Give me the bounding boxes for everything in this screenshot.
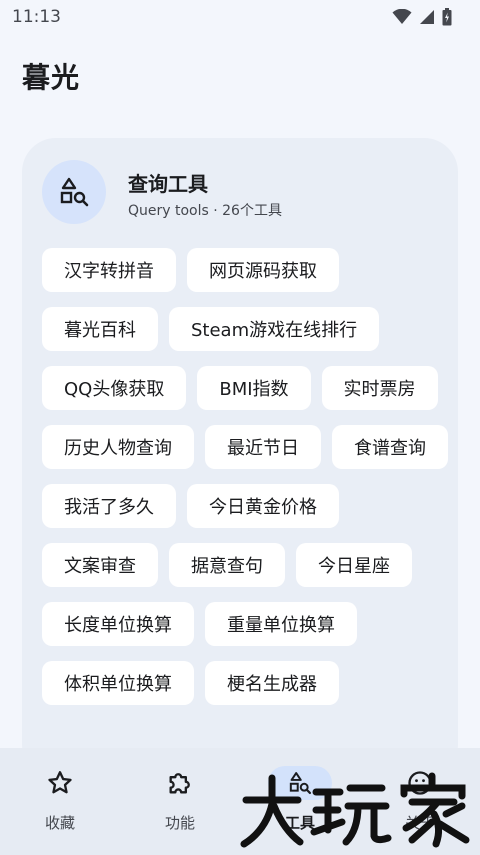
tool-chip[interactable]: 文案审查	[42, 543, 158, 587]
app-title: 暮光	[22, 61, 81, 94]
query-tools-card: 查询工具 Query tools · 26个工具 汉字转拼音 网页源码获取 暮光…	[22, 138, 458, 778]
tool-chip[interactable]: 汉字转拼音	[42, 248, 176, 292]
tool-chip[interactable]: 历史人物查询	[42, 425, 194, 469]
tool-chip[interactable]: 我活了多久	[42, 484, 176, 528]
tool-chip[interactable]: QQ头像获取	[42, 366, 187, 410]
status-bar: 11:13	[0, 0, 480, 34]
battery-icon	[442, 8, 452, 26]
tool-chip[interactable]: 今日黄金价格	[187, 484, 339, 528]
tool-chip[interactable]: 长度单位换算	[42, 602, 194, 646]
tool-chip[interactable]: 今日星座	[296, 543, 412, 587]
nav-item-favorites[interactable]: 收藏	[10, 766, 110, 833]
tool-chip[interactable]: 据意查句	[169, 543, 285, 587]
tool-chip[interactable]: 实时票房	[321, 366, 438, 410]
tool-chip[interactable]: 网页源码获取	[187, 248, 339, 292]
cell-signal-icon	[420, 10, 434, 24]
tool-chip[interactable]: BMI指数	[197, 366, 311, 410]
puzzle-icon	[169, 773, 190, 794]
tool-chip[interactable]: 梗名生成器	[205, 661, 339, 705]
tool-chip[interactable]: 暮光百科	[42, 307, 158, 351]
status-icons	[392, 8, 452, 26]
watermark-logo	[240, 772, 470, 848]
wifi-icon	[392, 9, 412, 24]
status-time: 11:13	[12, 7, 61, 27]
card-icon-circle	[42, 160, 106, 224]
star-icon	[48, 771, 72, 794]
card-subtitle: Query tools · 26个工具	[128, 203, 282, 219]
nav-label: 功能	[164, 814, 195, 832]
tool-chip[interactable]: 体积单位换算	[42, 661, 194, 705]
tool-chip[interactable]: 重量单位换算	[205, 602, 357, 646]
shapes-search-icon	[60, 177, 89, 207]
card-title: 查询工具	[128, 172, 208, 196]
nav-item-features[interactable]: 功能	[130, 766, 230, 833]
tool-chip[interactable]: 食谱查询	[332, 425, 448, 469]
tool-chip[interactable]: Steam游戏在线排行	[169, 307, 380, 351]
nav-label: 收藏	[44, 814, 75, 832]
tool-chip[interactable]: 最近节日	[205, 425, 321, 469]
tool-chip-list: 汉字转拼音 网页源码获取 暮光百科 Steam游戏在线排行 QQ头像获取 BMI…	[42, 248, 452, 705]
